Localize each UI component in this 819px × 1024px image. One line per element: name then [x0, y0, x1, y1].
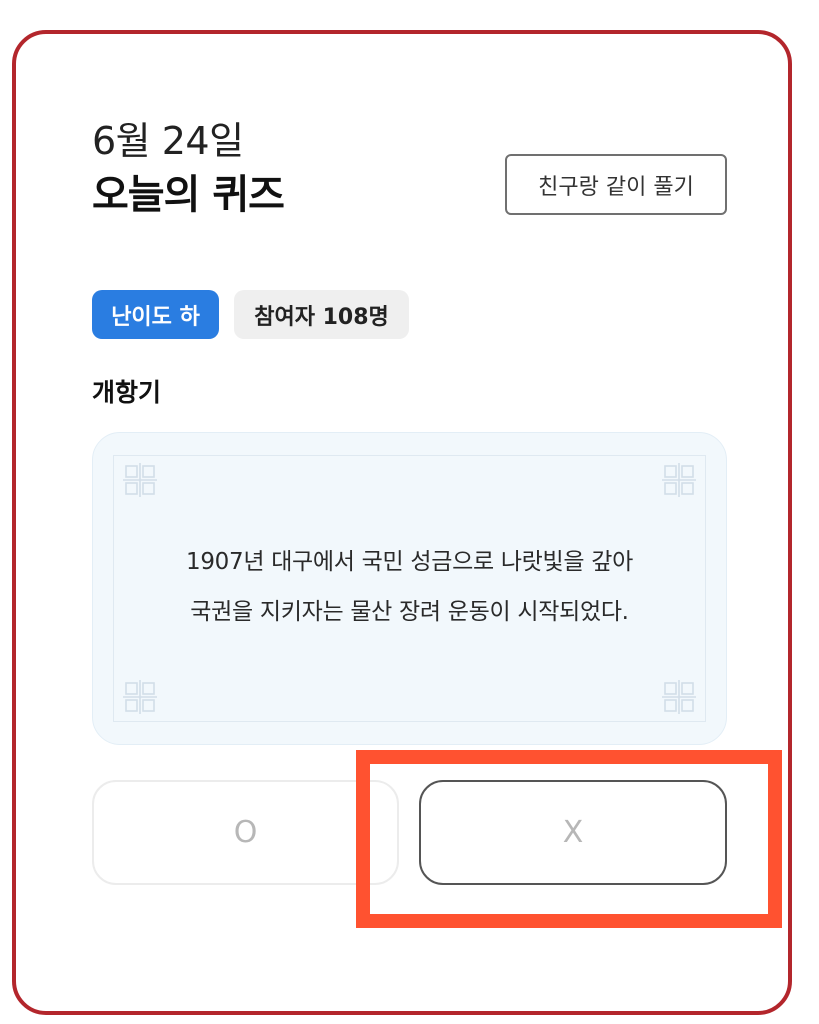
quiz-title: 오늘의 퀴즈	[92, 172, 285, 218]
difficulty-badge: 난이도 하	[92, 290, 219, 339]
solve-with-friend-button[interactable]: 친구랑 같이 풀기	[505, 154, 727, 215]
corner-ornament-icon	[662, 680, 696, 714]
answer-x-button[interactable]: X	[419, 780, 727, 885]
corner-ornament-icon	[123, 463, 157, 497]
question-text: 1907년 대구에서 국민 성금으로 나랏빛을 갚아 국권을 지키자는 물산 장…	[93, 537, 726, 637]
question-line: 국권을 지키자는 물산 장려 운동이 시작되었다.	[190, 599, 629, 625]
corner-ornament-icon	[662, 463, 696, 497]
question-line: 1907년 대구에서 국민 성금으로 나랏빛을 갚아	[185, 549, 633, 575]
quiz-topic: 개항기	[92, 378, 162, 407]
answer-o-button[interactable]: O	[92, 780, 399, 885]
question-box: 1907년 대구에서 국민 성금으로 나랏빛을 갚아 국권을 지키자는 물산 장…	[92, 432, 727, 745]
corner-ornament-icon	[123, 680, 157, 714]
participants-badge: 참여자 108명	[234, 290, 409, 339]
quiz-date: 6월 24일	[92, 119, 244, 163]
